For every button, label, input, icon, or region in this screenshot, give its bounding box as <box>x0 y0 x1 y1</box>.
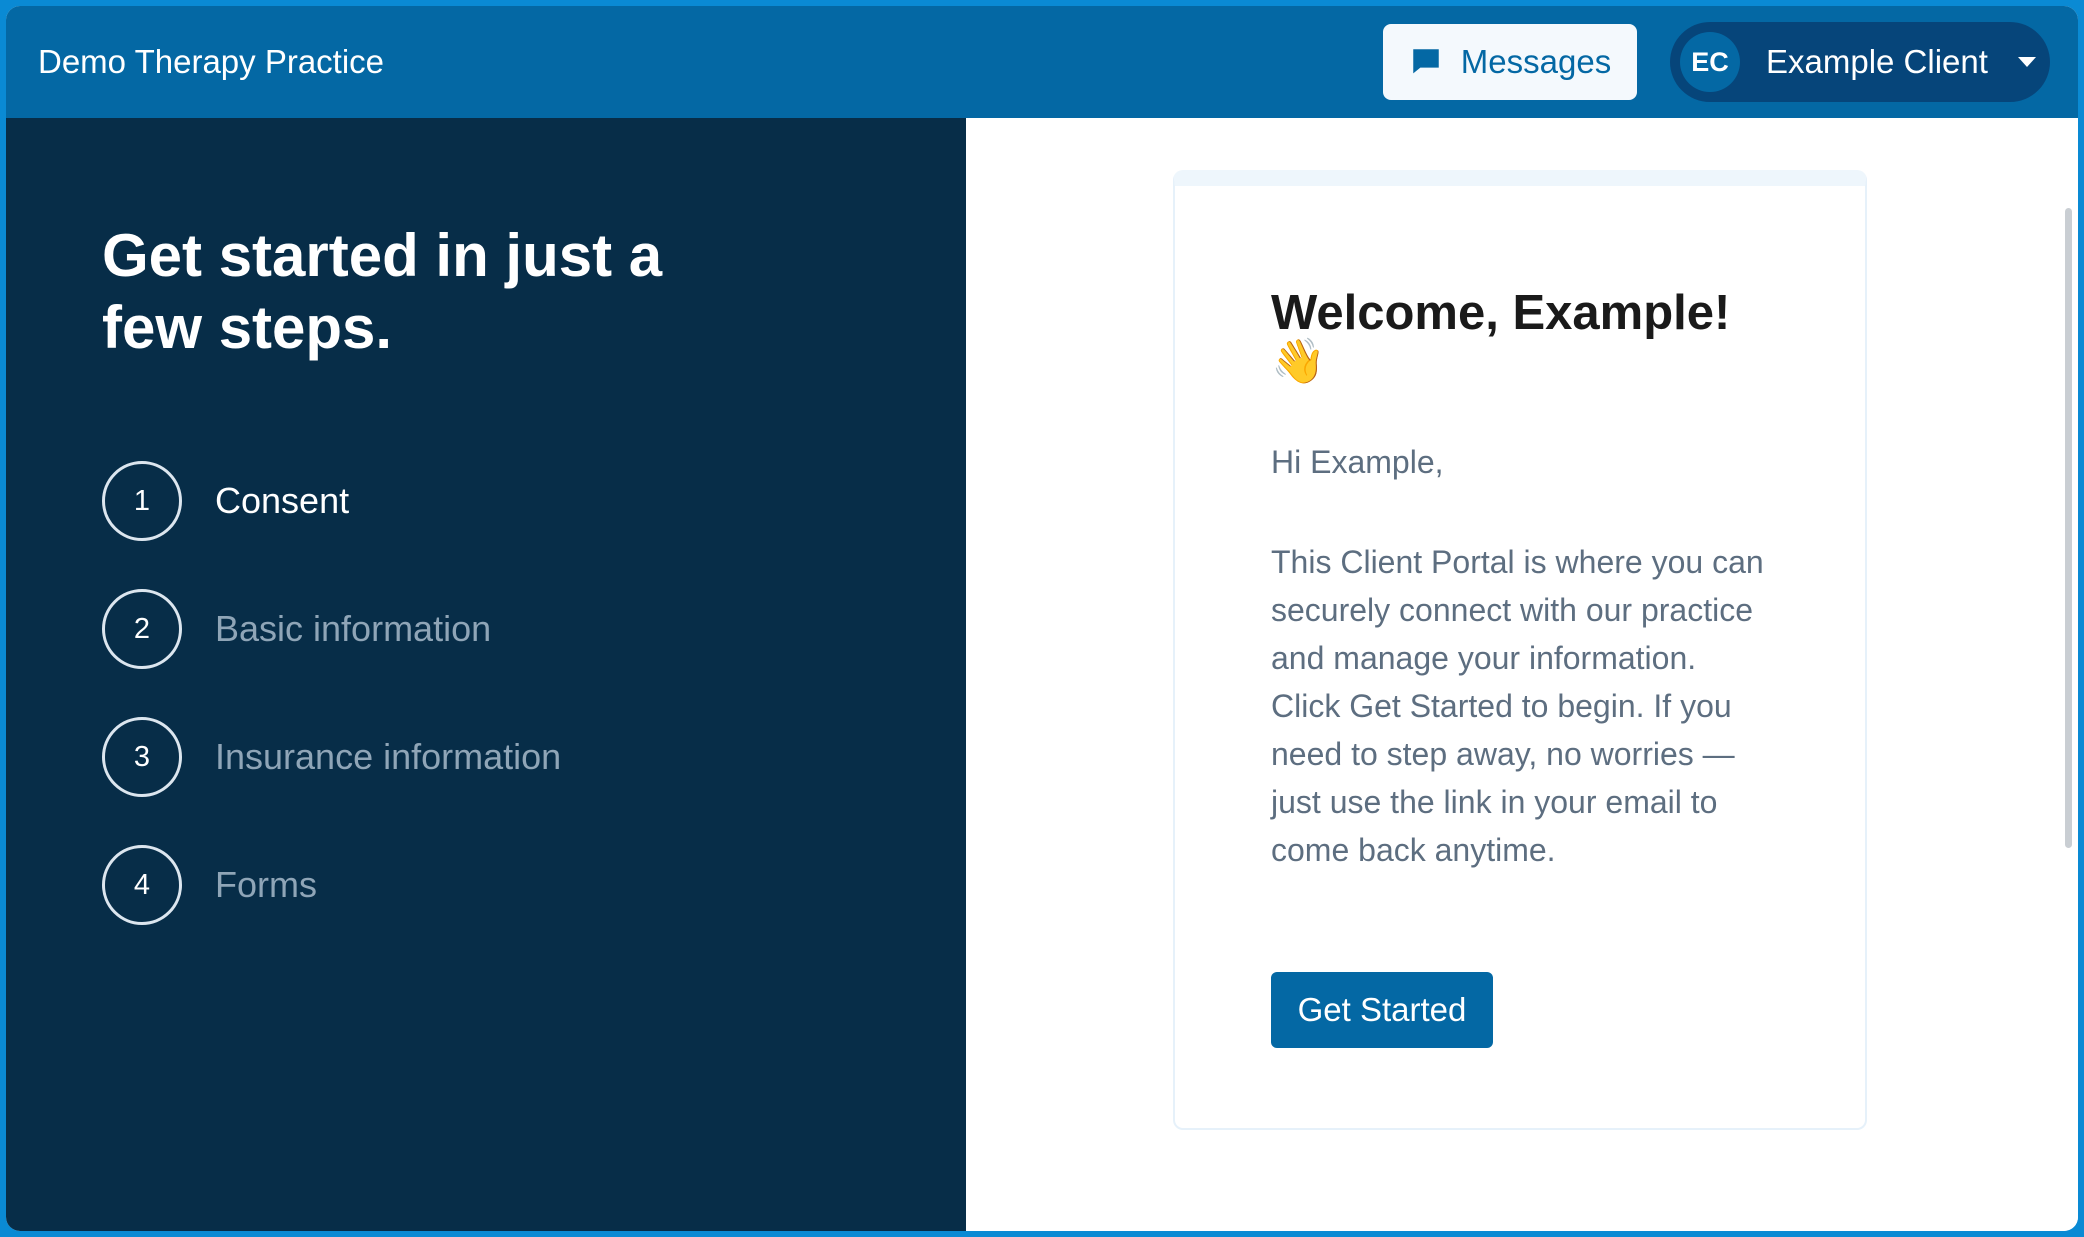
intro-text: This Client Portal is where you can secu… <box>1271 544 1764 868</box>
practice-name: Demo Therapy Practice <box>38 43 385 80</box>
scrollbar[interactable] <box>2065 208 2072 848</box>
welcome-title: Welcome, Example! 👋 <box>1271 288 1791 386</box>
step-number: 1 <box>102 461 182 541</box>
step-number: 3 <box>102 717 182 797</box>
messages-label: Messages <box>1460 43 1612 80</box>
step-insurance-information[interactable]: 3 Insurance information <box>102 716 561 798</box>
caret-down-icon <box>2017 57 2036 67</box>
get-started-button[interactable]: Get Started <box>1271 972 1493 1048</box>
user-name: Example Client <box>1766 43 1988 80</box>
user-menu[interactable]: EC Example Client <box>1670 22 2050 102</box>
step-label: Insurance information <box>215 736 562 777</box>
step-forms[interactable]: 4 Forms <box>102 844 317 926</box>
onboarding-title: Get started in just a few steps. <box>102 222 663 361</box>
step-label: Basic information <box>215 608 492 649</box>
step-number: 4 <box>102 845 182 925</box>
main-content: Welcome, Example! 👋 Hi Example, This Cli… <box>966 118 2078 1231</box>
messages-button[interactable]: Messages <box>1383 24 1637 100</box>
greeting-text: Hi Example, <box>1271 444 1444 480</box>
step-basic-information[interactable]: 2 Basic information <box>102 588 491 670</box>
welcome-card: Welcome, Example! 👋 Hi Example, This Cli… <box>1173 170 1867 1130</box>
welcome-title-text: Welcome, Example! <box>1271 286 1731 340</box>
chat-bubble-icon <box>1413 49 1439 74</box>
step-label: Consent <box>215 480 350 521</box>
avatar: EC <box>1680 32 1740 92</box>
app-window: Demo Therapy Practice Messages EC Exampl… <box>6 6 2078 1231</box>
step-number: 2 <box>102 589 182 669</box>
step-consent[interactable]: 1 Consent <box>102 460 349 542</box>
step-label: Forms <box>215 864 317 905</box>
onboarding-sidebar: Get started in just a few steps. 1 Conse… <box>6 118 966 1231</box>
top-bar: Demo Therapy Practice Messages EC Exampl… <box>6 6 2078 118</box>
waving-hand-icon: 👋 <box>1271 337 1326 386</box>
